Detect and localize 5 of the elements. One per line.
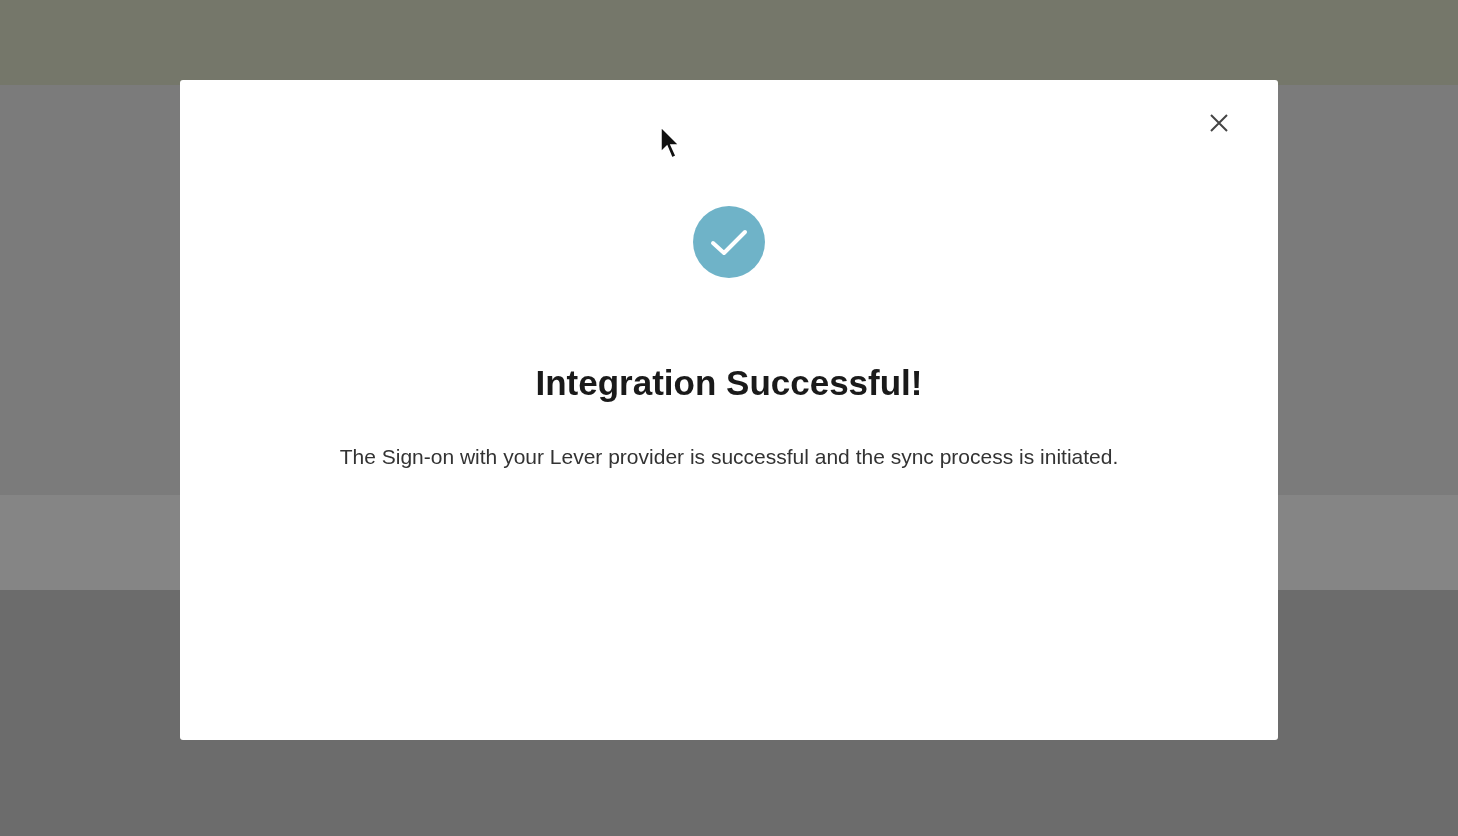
dialog-message: The Sign-on with your Lever provider is successful and the sync process is initiated. — [339, 444, 1119, 470]
dialog-title: Integration Successful! — [535, 362, 923, 404]
close-icon — [1209, 113, 1229, 133]
mouse-pointer-icon — [660, 126, 680, 160]
checkmark-icon — [693, 206, 765, 278]
